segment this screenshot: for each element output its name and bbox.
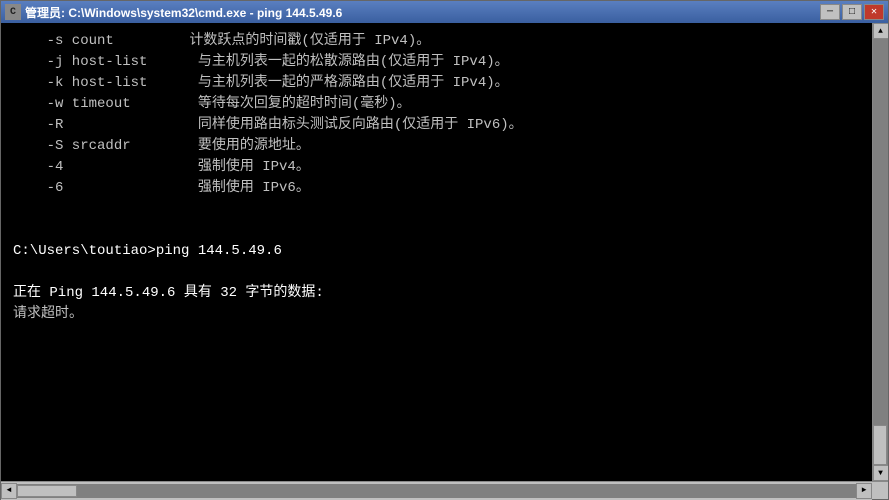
- title-bar: C 管理员: C:\Windows\system32\cmd.exe - pin…: [1, 1, 888, 23]
- bottom-bar: ◄ ►: [1, 481, 888, 499]
- terminal-line: -4 强制使用 IPv4。: [13, 157, 860, 178]
- hscrollbar-thumb[interactable]: [17, 485, 77, 497]
- terminal-line: 请求超时。: [13, 304, 860, 325]
- scrollbar-track[interactable]: [873, 39, 888, 465]
- maximize-button[interactable]: □: [842, 4, 862, 20]
- cmd-icon: C: [5, 4, 21, 20]
- terminal-line: C:\Users\toutiao>ping 144.5.49.6: [13, 241, 860, 262]
- scrollbar-thumb[interactable]: [873, 425, 887, 465]
- window-title: 管理员: C:\Windows\system32\cmd.exe - ping …: [25, 4, 342, 21]
- terminal-line: -w timeout 等待每次回复的超时时间(毫秒)。: [13, 94, 860, 115]
- horizontal-scrollbar[interactable]: ◄ ►: [1, 482, 872, 500]
- scroll-right-button[interactable]: ►: [856, 483, 872, 499]
- terminal-line: -k host-list 与主机列表一起的严格源路由(仅适用于 IPv4)。: [13, 73, 860, 94]
- terminal-line: -R 同样使用路由标头测试反向路由(仅适用于 IPv6)。: [13, 115, 860, 136]
- terminal-line: [13, 199, 860, 220]
- vertical-scrollbar[interactable]: ▲ ▼: [872, 23, 888, 481]
- resize-corner[interactable]: [872, 483, 888, 499]
- content-area: -s count 计数跃点的时间戳(仅适用于 IPv4)。 -j host-li…: [1, 23, 888, 481]
- minimize-button[interactable]: ─: [820, 4, 840, 20]
- terminal-line: [13, 262, 860, 283]
- window-controls: ─ □ ✕: [820, 4, 884, 20]
- terminal-line: -6 强制使用 IPv6。: [13, 178, 860, 199]
- scroll-up-button[interactable]: ▲: [873, 23, 889, 39]
- terminal-line: -j host-list 与主机列表一起的松散源路由(仅适用于 IPv4)。: [13, 52, 860, 73]
- terminal-output[interactable]: -s count 计数跃点的时间戳(仅适用于 IPv4)。 -j host-li…: [1, 23, 872, 481]
- terminal-line: -s count 计数跃点的时间戳(仅适用于 IPv4)。: [13, 31, 860, 52]
- close-button[interactable]: ✕: [864, 4, 884, 20]
- hscrollbar-track[interactable]: [17, 484, 856, 498]
- terminal-line: -S srcaddr 要使用的源地址。: [13, 136, 860, 157]
- scroll-down-button[interactable]: ▼: [873, 465, 889, 481]
- terminal-line: [13, 220, 860, 241]
- terminal-line: 正在 Ping 144.5.49.6 具有 32 字节的数据:: [13, 283, 860, 304]
- cmd-window: C 管理员: C:\Windows\system32\cmd.exe - pin…: [0, 0, 889, 500]
- scroll-left-button[interactable]: ◄: [1, 483, 17, 499]
- title-bar-left: C 管理员: C:\Windows\system32\cmd.exe - pin…: [5, 4, 342, 21]
